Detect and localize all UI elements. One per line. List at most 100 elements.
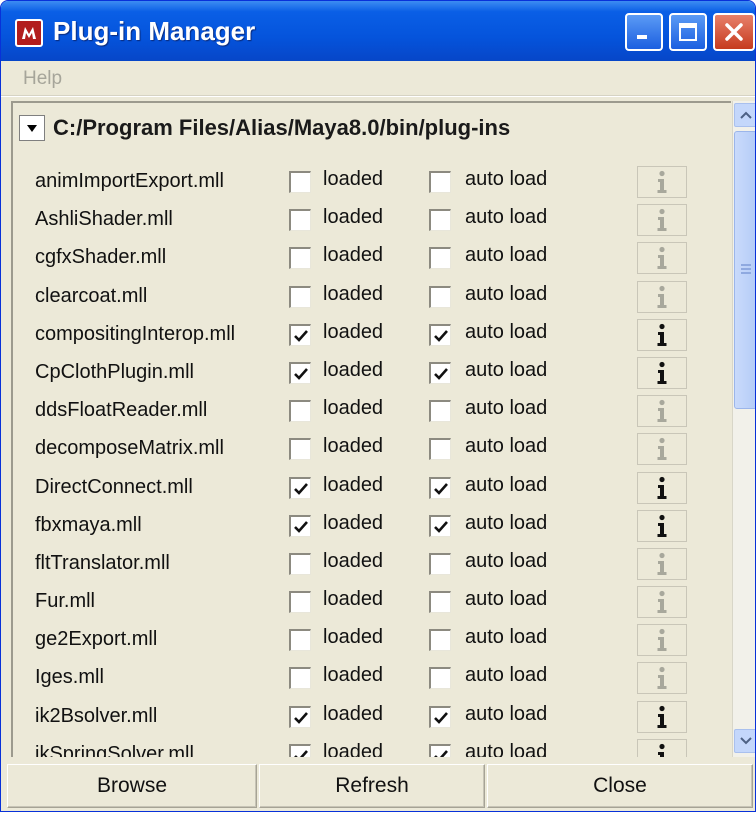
plugin-row: ik2Bsolver.mll loaded auto load	[13, 698, 731, 736]
auto-load-checkbox[interactable]	[429, 171, 451, 193]
auto-load-checkbox[interactable]	[429, 667, 451, 690]
plugin-name: fltTranslator.mll	[35, 551, 170, 574]
auto-load-checkbox[interactable]	[429, 705, 451, 728]
auto-load-label: auto load	[465, 282, 548, 305]
loaded-checkbox[interactable]	[289, 323, 311, 346]
loaded-label: loaded	[323, 588, 384, 611]
scroll-down-button[interactable]	[734, 729, 755, 753]
plugin-info-button[interactable]	[637, 242, 687, 275]
refresh-button[interactable]: Refresh	[259, 764, 485, 808]
auto-load-checkbox[interactable]	[429, 323, 451, 346]
plugin-info-button[interactable]	[637, 509, 687, 542]
collapse-toggle-button[interactable]	[19, 115, 45, 141]
auto-load-label: auto load	[465, 206, 548, 229]
close-icon	[725, 23, 743, 41]
plugin-info-button[interactable]	[637, 280, 687, 313]
plugin-row: clearcoat.mll loaded auto load	[13, 278, 731, 316]
auto-load-checkbox[interactable]	[429, 285, 451, 308]
loaded-checkbox[interactable]	[289, 667, 311, 690]
loaded-label: loaded	[323, 549, 384, 572]
loaded-label: loaded	[323, 664, 384, 687]
scroll-thumb[interactable]	[734, 131, 755, 409]
auto-load-checkbox[interactable]	[429, 743, 451, 757]
auto-load-label: auto load	[465, 740, 548, 757]
loaded-checkbox[interactable]	[289, 552, 311, 575]
close-window-button[interactable]	[713, 13, 755, 51]
plugin-info-button[interactable]	[637, 738, 687, 757]
loaded-checkbox[interactable]	[289, 629, 311, 652]
loaded-checkbox[interactable]	[289, 209, 311, 232]
auto-load-checkbox[interactable]	[429, 400, 451, 423]
plugin-name: ikSpringSolver.mll	[35, 742, 194, 757]
close-button[interactable]: Close	[487, 764, 753, 808]
plugin-row: ge2Export.mll loaded auto load	[13, 621, 731, 659]
loaded-label: loaded	[323, 282, 384, 305]
info-icon	[657, 514, 667, 537]
title-bar[interactable]: Plug-in Manager	[1, 1, 755, 61]
info-icon	[657, 590, 667, 614]
plugin-info-button[interactable]	[637, 471, 687, 504]
loaded-label: loaded	[323, 740, 384, 757]
auto-load-label: auto load	[465, 168, 548, 190]
menu-separator	[1, 95, 755, 97]
plugin-info-button[interactable]	[637, 547, 687, 580]
plugin-info-button[interactable]	[637, 433, 687, 466]
auto-load-label: auto load	[465, 320, 548, 343]
minimize-icon	[637, 35, 647, 39]
plugin-row: Fur.mll loaded auto load	[13, 583, 731, 621]
plugin-info-button[interactable]	[637, 166, 687, 198]
loaded-label: loaded	[323, 168, 384, 190]
plugin-name: ddsFloatReader.mll	[35, 399, 208, 422]
vertical-scrollbar[interactable]	[732, 101, 755, 757]
checkmark-icon	[434, 749, 448, 757]
plugin-info-button[interactable]	[637, 700, 687, 733]
browse-button[interactable]: Browse	[7, 764, 257, 808]
loaded-checkbox[interactable]	[289, 400, 311, 423]
checkmark-icon	[294, 749, 308, 757]
plugin-info-button[interactable]	[637, 204, 687, 237]
loaded-label: loaded	[323, 320, 384, 343]
loaded-checkbox[interactable]	[289, 514, 311, 537]
plugin-info-button[interactable]	[637, 662, 687, 695]
loaded-checkbox[interactable]	[289, 705, 311, 728]
auto-load-checkbox[interactable]	[429, 629, 451, 652]
auto-load-checkbox[interactable]	[429, 438, 451, 461]
loaded-checkbox[interactable]	[289, 476, 311, 499]
loaded-checkbox[interactable]	[289, 171, 311, 193]
loaded-label: loaded	[323, 244, 384, 267]
auto-load-checkbox[interactable]	[429, 514, 451, 537]
auto-load-checkbox[interactable]	[429, 247, 451, 270]
loaded-checkbox[interactable]	[289, 743, 311, 757]
plugin-name: clearcoat.mll	[35, 284, 148, 307]
plugin-info-button[interactable]	[637, 318, 687, 351]
loaded-checkbox[interactable]	[289, 591, 311, 614]
info-icon	[657, 476, 667, 499]
info-icon	[657, 705, 667, 728]
auto-load-checkbox[interactable]	[429, 209, 451, 232]
plugin-info-button[interactable]	[637, 624, 687, 657]
auto-load-label: auto load	[465, 435, 548, 458]
minimize-button[interactable]	[625, 13, 663, 51]
plugin-row: AshliShader.mll loaded auto load	[13, 201, 731, 239]
plugin-info-button[interactable]	[637, 395, 687, 428]
auto-load-checkbox[interactable]	[429, 591, 451, 614]
scroll-up-button[interactable]	[734, 103, 755, 127]
auto-load-label: auto load	[465, 626, 548, 649]
auto-load-checkbox[interactable]	[429, 552, 451, 575]
loaded-checkbox[interactable]	[289, 361, 311, 384]
loaded-checkbox[interactable]	[289, 247, 311, 270]
info-icon	[657, 552, 667, 575]
plugin-info-button[interactable]	[637, 586, 687, 619]
checkmark-icon	[434, 711, 448, 724]
loaded-checkbox[interactable]	[289, 285, 311, 308]
checkmark-icon	[434, 329, 448, 342]
plugin-name: AshliShader.mll	[35, 208, 173, 231]
loaded-checkbox[interactable]	[289, 438, 311, 461]
maximize-button[interactable]	[669, 13, 707, 51]
plugin-info-button[interactable]	[637, 356, 687, 389]
auto-load-checkbox[interactable]	[429, 361, 451, 384]
auto-load-checkbox[interactable]	[429, 476, 451, 499]
plugin-name: decomposeMatrix.mll	[35, 437, 224, 460]
menu-help[interactable]: Help	[23, 68, 62, 90]
loaded-label: loaded	[323, 397, 384, 420]
